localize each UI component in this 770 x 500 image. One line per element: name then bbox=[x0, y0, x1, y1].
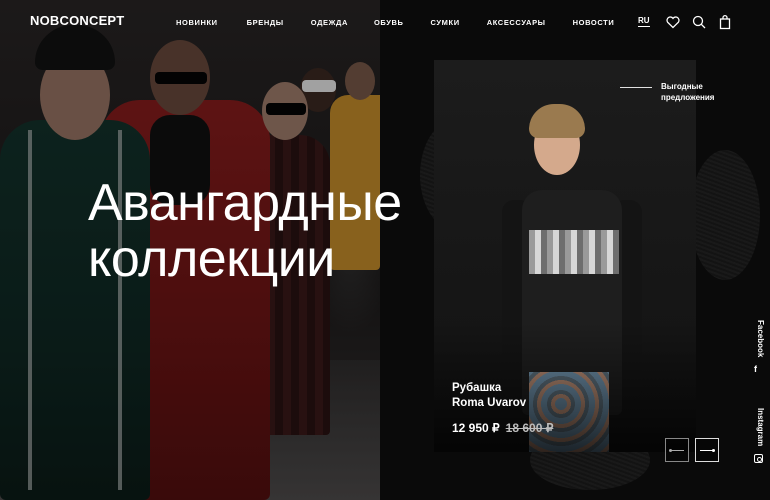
hero-title-line2: коллекции bbox=[88, 230, 335, 288]
site-header: NOBCONCEPT НОВИНКИ БРЕНДЫ ОДЕЖДА ОБУВЬ С… bbox=[0, 0, 770, 44]
hero-title: Авангардные коллекции bbox=[88, 175, 402, 287]
nav-item-new[interactable]: НОВИНКИ bbox=[176, 18, 218, 27]
offers-line2: предложения bbox=[661, 93, 715, 102]
bag-icon[interactable] bbox=[717, 14, 733, 30]
nav-item-brands[interactable]: БРЕНДЫ bbox=[247, 18, 284, 27]
slider-next-button[interactable] bbox=[695, 438, 719, 462]
nav-item-bags[interactable]: СУМКИ bbox=[431, 18, 460, 27]
nav-item-shoes[interactable]: ОБУВЬ bbox=[374, 18, 404, 27]
current-price: 12 950 ₽ bbox=[452, 421, 500, 435]
nav-item-accessories[interactable]: АКСЕССУАРЫ bbox=[487, 18, 546, 27]
heart-icon[interactable] bbox=[665, 14, 681, 30]
main-nav: НОВИНКИ БРЕНДЫ ОДЕЖДА ОБУВЬ СУМКИ АКСЕСС… bbox=[176, 18, 639, 27]
offers-link[interactable]: Выгодные предложения bbox=[661, 81, 714, 103]
instagram-link[interactable]: Instagram bbox=[756, 408, 765, 446]
nav-item-clothing[interactable]: ОДЕЖДА bbox=[311, 18, 348, 27]
product-price: 12 950 ₽ 18 600 ₽ bbox=[452, 421, 553, 435]
logo[interactable]: NOBCONCEPT bbox=[30, 13, 124, 28]
offers-divider bbox=[620, 87, 652, 88]
slider-prev-button[interactable] bbox=[665, 438, 689, 462]
facebook-link[interactable]: Facebook bbox=[756, 320, 765, 357]
nav-item-news[interactable]: НОВОСТИ bbox=[573, 18, 615, 27]
product-name-line1: Рубашка bbox=[452, 382, 502, 394]
instagram-icon[interactable] bbox=[754, 454, 763, 463]
search-icon[interactable] bbox=[691, 14, 707, 30]
product-name-line2: Roma Uvarov bbox=[452, 397, 527, 409]
facebook-icon[interactable]: f bbox=[754, 364, 757, 374]
hero-title-line1: Авангардные bbox=[88, 174, 402, 232]
arrow-left-icon bbox=[669, 448, 684, 452]
language-switcher[interactable]: RU bbox=[638, 16, 650, 27]
product-name[interactable]: Рубашка Roma Uvarov bbox=[452, 381, 526, 411]
offers-line1: Выгодные bbox=[661, 82, 703, 91]
old-price: 18 600 ₽ bbox=[505, 421, 554, 435]
arrow-right-icon bbox=[700, 448, 715, 452]
